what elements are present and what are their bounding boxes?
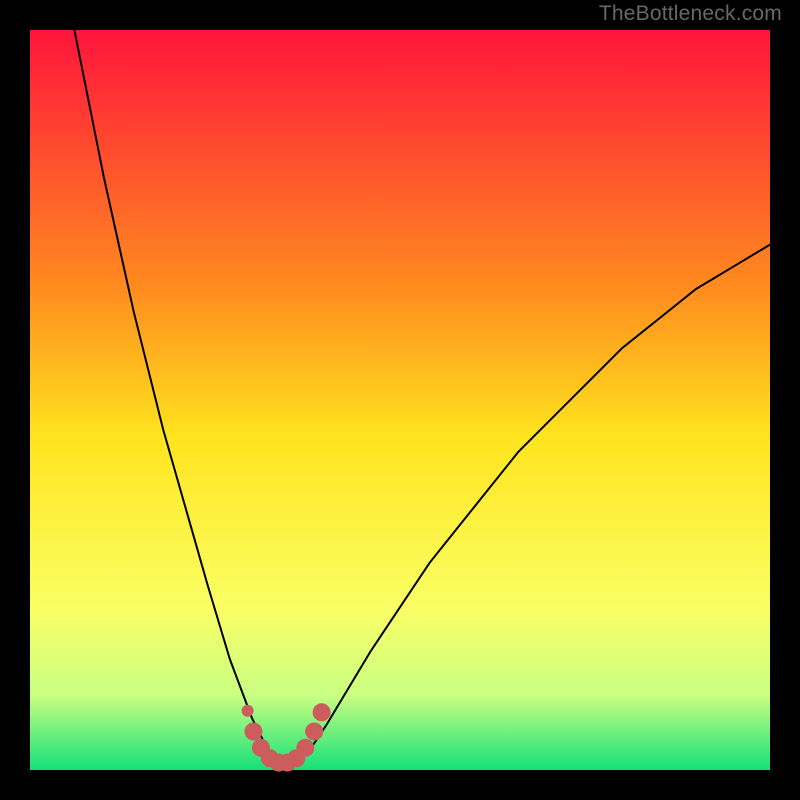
plot-background (30, 30, 770, 770)
curve-marker (296, 739, 314, 757)
curve-marker (245, 723, 263, 741)
bottleneck-curve-chart (0, 0, 800, 800)
curve-marker (242, 705, 254, 717)
watermark-text: TheBottleneck.com (599, 2, 782, 26)
curve-marker (305, 723, 323, 741)
chart-frame: TheBottleneck.com (0, 0, 800, 800)
curve-marker (313, 703, 331, 721)
